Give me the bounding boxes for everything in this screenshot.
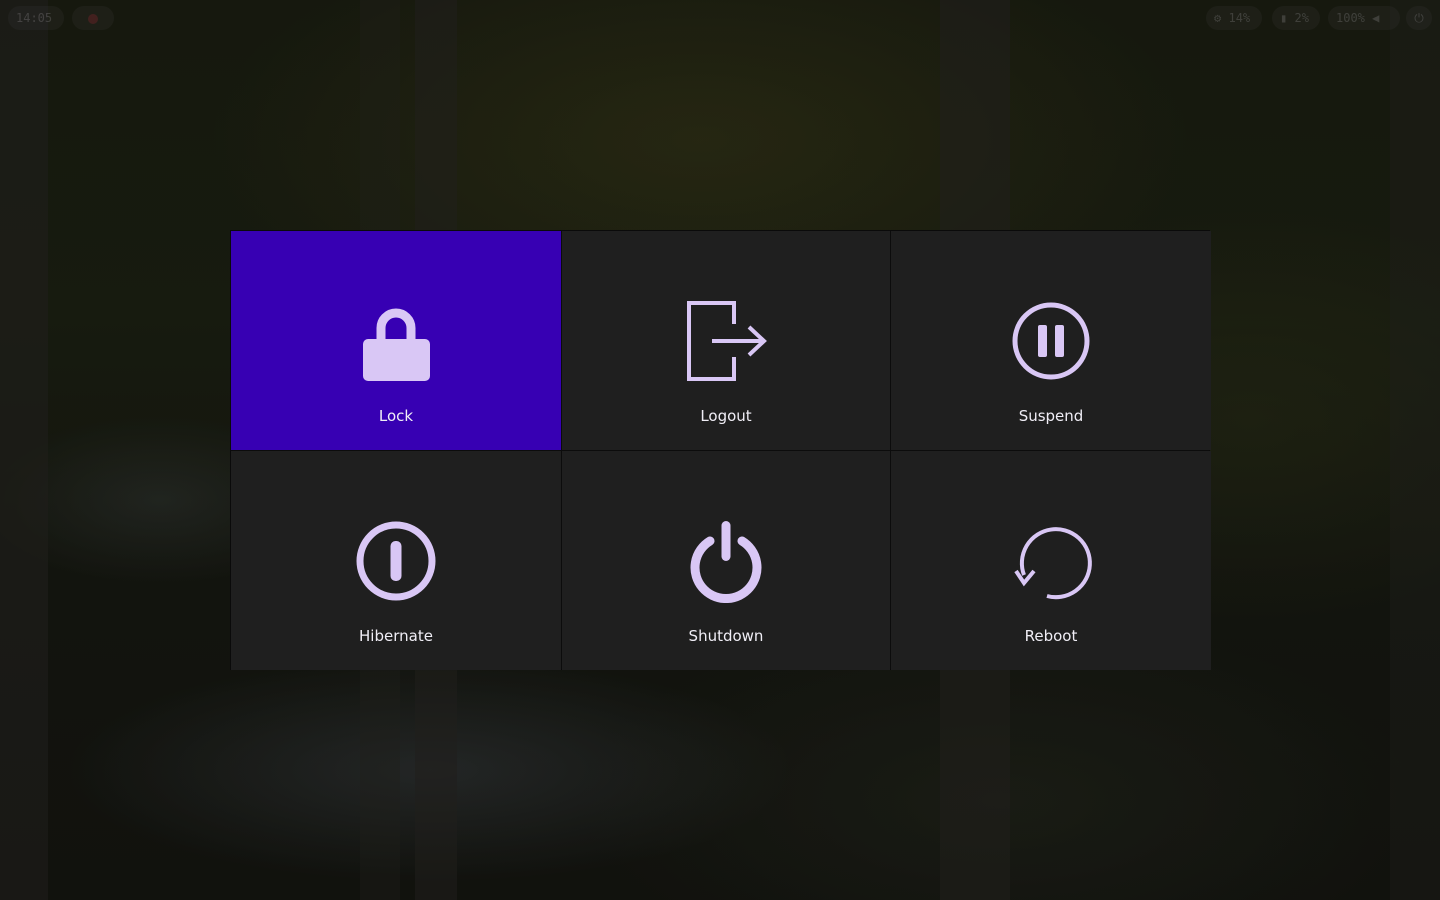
suspend-label: Suspend — [1018, 407, 1084, 425]
hibernate-icon — [354, 519, 438, 603]
power-button[interactable]: ⏻ — [1406, 6, 1432, 30]
logout-option[interactable]: Logout — [562, 231, 890, 450]
record-button[interactable] — [72, 6, 114, 30]
pause-circle-icon — [1009, 299, 1093, 383]
record-dot-icon — [88, 13, 98, 24]
speaker-icon: ◀ — [1372, 11, 1380, 25]
top-bar: 14:05 ⚙ 14% ▮ 2% 100% ◀ ⏻ — [0, 6, 1440, 30]
cpu-icon: ⚙ — [1214, 11, 1222, 25]
shutdown-option[interactable]: Shutdown — [562, 451, 890, 670]
cpu-text: 14% — [1228, 11, 1251, 25]
memory-widget[interactable]: ▮ 2% — [1272, 6, 1320, 30]
cpu-widget[interactable]: ⚙ 14% — [1206, 6, 1262, 30]
logout-label: Logout — [700, 407, 752, 425]
hibernate-label: Hibernate — [359, 627, 433, 645]
shutdown-label: Shutdown — [688, 627, 764, 645]
lock-option[interactable]: Lock — [231, 231, 561, 450]
volume-text: 100% — [1336, 11, 1365, 25]
reboot-option[interactable]: Reboot — [891, 451, 1211, 670]
power-icon — [684, 519, 768, 603]
suspend-option[interactable]: Suspend — [891, 231, 1211, 450]
clock-text: 14:05 — [16, 11, 53, 25]
reboot-label: Reboot — [1024, 627, 1078, 645]
volume-widget[interactable]: 100% ◀ — [1328, 6, 1400, 30]
logout-icon — [684, 299, 768, 383]
memory-icon: ▮ — [1280, 11, 1288, 25]
memory-text: 2% — [1294, 11, 1309, 25]
clock-widget[interactable]: 14:05 — [8, 6, 64, 30]
lock-label: Lock — [378, 407, 414, 425]
power-small-icon: ⏻ — [1414, 11, 1424, 25]
lock-icon — [354, 299, 438, 383]
power-menu: Lock Logout Suspend Hibernate Shutdown R… — [230, 230, 1211, 670]
hibernate-option[interactable]: Hibernate — [231, 451, 561, 670]
reboot-icon — [1009, 519, 1093, 603]
